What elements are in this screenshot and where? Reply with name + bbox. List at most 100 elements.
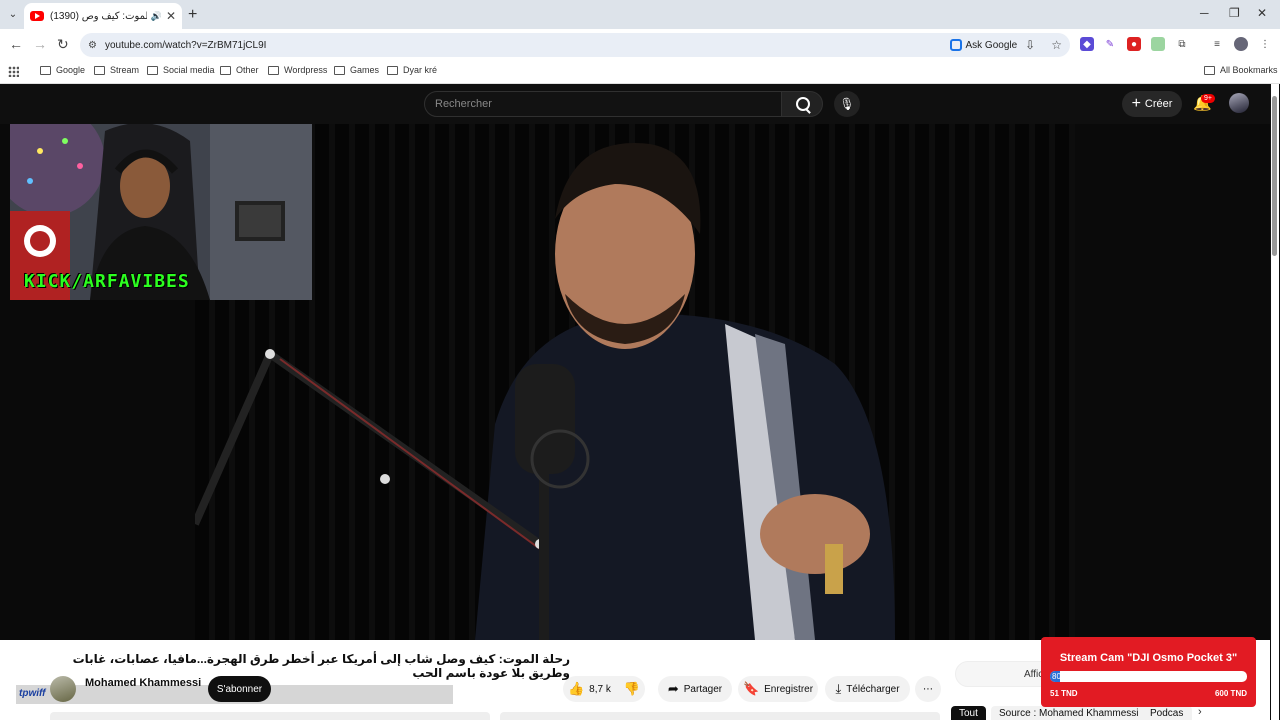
chevron-right-icon[interactable]: › bbox=[1198, 706, 1202, 718]
plus-icon: + bbox=[1131, 95, 1141, 112]
stream-goal-bar bbox=[1050, 671, 1247, 682]
download-icon: ⤓ bbox=[835, 681, 842, 696]
share-button[interactable]: ➦ Partager bbox=[658, 676, 732, 702]
bookmark-label: Wordpress bbox=[284, 65, 328, 75]
blurred-tag-text: tpwiff bbox=[19, 688, 46, 699]
minimize-icon[interactable]: ─ bbox=[1200, 6, 1209, 20]
download-label: Télécharger bbox=[846, 683, 900, 695]
folder-icon bbox=[147, 65, 158, 75]
more-actions-button[interactable]: ⋯ bbox=[915, 676, 941, 702]
forward-icon[interactable]: → bbox=[33, 36, 47, 52]
stream-goal-title: Stream Cam "DJI Osmo Pocket 3" bbox=[1059, 652, 1238, 664]
lens-icon bbox=[950, 39, 963, 51]
like-count[interactable]: 8,7 k bbox=[589, 684, 611, 695]
pen-extension-icon[interactable]: ✎ bbox=[1103, 37, 1117, 51]
scrollbar-thumb[interactable] bbox=[1272, 96, 1277, 256]
tab-title: (1390) رحلة الموت: كيف وص... bbox=[50, 10, 147, 22]
bookmark-games[interactable]: Games bbox=[334, 65, 379, 75]
save-label: Enregistrer bbox=[764, 683, 814, 695]
chip-podcasts[interactable]: Podcas bbox=[1142, 706, 1192, 720]
folder-icon bbox=[40, 65, 51, 75]
channel-avatar[interactable] bbox=[50, 676, 76, 702]
bookmark-label: Dyar kré bbox=[403, 65, 438, 75]
download-button[interactable]: ⤓ Télécharger bbox=[825, 676, 910, 702]
all-bookmarks[interactable]: All Bookmarks bbox=[1204, 65, 1278, 75]
folder-icon bbox=[94, 65, 105, 75]
ask-google-label: Ask Google bbox=[965, 39, 1018, 51]
bookmark-label: Games bbox=[350, 65, 380, 75]
folder-icon bbox=[268, 65, 279, 75]
save-button[interactable]: 🔖 Enregistrer bbox=[738, 676, 818, 702]
search-input[interactable]: Rechercher bbox=[424, 91, 782, 117]
site-info-icon[interactable]: ⚙ bbox=[88, 40, 97, 51]
address-bar[interactable]: ⚙ youtube.com/watch?v=ZrBM71jCL9I Ask Go… bbox=[80, 33, 1070, 57]
webcam-overlay-text: KICK/ARFAVIBES bbox=[24, 271, 190, 292]
like-icon[interactable]: 👍 bbox=[568, 681, 584, 697]
stream-goal-max: 600 TND bbox=[1214, 689, 1247, 698]
video-title: رحلة الموت: كيف وصل شاب إلى أمريكا عبر أ… bbox=[72, 652, 570, 680]
video-player[interactable]: KICK/ARFAVIBES bbox=[0, 124, 1270, 640]
bookmarks-bar: Google Stream Social media Other Wordpre… bbox=[0, 60, 1280, 84]
account-avatar[interactable] bbox=[1229, 93, 1249, 113]
folder-icon bbox=[387, 65, 398, 75]
chip-all[interactable]: Tout bbox=[951, 706, 986, 720]
close-tab-icon[interactable]: ✕ bbox=[166, 9, 176, 23]
like-dislike-group: 👍 8,7 k 👎 bbox=[563, 676, 645, 702]
chip-source[interactable]: Source : Mohamed Khammessi bbox=[991, 706, 1147, 720]
bookmark-google[interactable]: Google bbox=[40, 65, 85, 75]
apps-grid-icon[interactable] bbox=[8, 66, 19, 77]
bookmark-dyar-kre[interactable]: Dyar kré bbox=[387, 65, 437, 75]
search-icon[interactable] bbox=[781, 91, 823, 117]
menu-kebab-icon[interactable]: ⋮ bbox=[1258, 37, 1272, 51]
video-frame bbox=[191, 124, 1075, 640]
back-icon[interactable]: ← bbox=[9, 36, 23, 52]
channel-name[interactable]: Mohamed Khammessi bbox=[85, 677, 201, 689]
record-extension-icon[interactable]: ● bbox=[1127, 37, 1141, 51]
active-tab[interactable]: (1390) رحلة الموت: كيف وص... 🔊 ✕ bbox=[24, 3, 182, 29]
folder-icon bbox=[220, 65, 231, 75]
affiliate-button[interactable]: Affic bbox=[955, 661, 1045, 687]
restore-icon[interactable]: ❐ bbox=[1229, 6, 1240, 20]
reload-icon[interactable]: ↻ bbox=[57, 36, 69, 53]
browser-toolbar: ← → ↻ ⚙ youtube.com/watch?v=ZrBM71jCL9I … bbox=[0, 29, 1280, 60]
youtube-page: KICK/ARFAVIBES Rechercher 🎙 + Créer 🔔 9+ bbox=[0, 84, 1280, 720]
bookmark-stream[interactable]: Stream bbox=[94, 65, 139, 75]
folder-icon bbox=[334, 65, 345, 75]
color-extension-icon[interactable] bbox=[1151, 37, 1165, 51]
bookmark-label: Social media bbox=[163, 65, 215, 75]
stream-goal-value: 80 bbox=[1052, 672, 1061, 681]
description-box-top bbox=[50, 712, 490, 720]
create-button[interactable]: + Créer bbox=[1122, 91, 1182, 117]
streamer-webcam: KICK/ARFAVIBES bbox=[10, 124, 312, 300]
close-window-icon[interactable]: ✕ bbox=[1257, 6, 1267, 20]
comments-box-top bbox=[500, 712, 940, 720]
microphone-icon[interactable]: 🎙 bbox=[834, 91, 860, 117]
bookmark-star-icon[interactable]: ☆ bbox=[1051, 38, 1062, 52]
screen: ⌄ (1390) رحلة الموت: كيف وص... 🔊 ✕ + ─ ❐… bbox=[0, 0, 1280, 720]
video-scene-illustration bbox=[191, 142, 895, 640]
bookmark-icon: 🔖 bbox=[742, 681, 760, 696]
share-label: Partager bbox=[683, 683, 723, 695]
stream-goal-min: 51 TND bbox=[1050, 689, 1078, 698]
install-icon[interactable]: ⇩ bbox=[1025, 38, 1035, 52]
dislike-icon[interactable]: 👎 bbox=[624, 681, 640, 697]
bookmark-wordpress[interactable]: Wordpress bbox=[268, 65, 327, 75]
profile-avatar-icon[interactable] bbox=[1234, 37, 1248, 51]
notifications-badge: 9+ bbox=[1201, 94, 1215, 103]
extension-icon[interactable]: ◆ bbox=[1080, 37, 1094, 51]
share-icon: ➦ bbox=[667, 681, 679, 696]
tab-strip: ⌄ (1390) رحلة الموت: كيف وص... 🔊 ✕ + ─ ❐… bbox=[0, 0, 1280, 29]
extensions-puzzle-icon[interactable]: ⧉ bbox=[1175, 37, 1189, 51]
bookmark-label: Other bbox=[236, 65, 259, 75]
ask-google-button[interactable]: Ask Google bbox=[950, 39, 1017, 51]
new-tab-icon[interactable]: + bbox=[188, 6, 197, 24]
url-text[interactable]: youtube.com/watch?v=ZrBM71jCL9I bbox=[105, 40, 266, 51]
bookmark-other[interactable]: Other bbox=[220, 65, 259, 75]
tab-search-icon[interactable]: ⌄ bbox=[5, 6, 21, 22]
bookmark-social-media[interactable]: Social media bbox=[147, 65, 215, 75]
stream-goal-widget: Stream Cam "DJI Osmo Pocket 3" 80 51 TND… bbox=[1041, 637, 1256, 707]
speaker-icon[interactable]: 🔊 bbox=[151, 11, 162, 22]
subscribe-button[interactable]: S'abonner bbox=[208, 676, 271, 702]
bookmark-label: Google bbox=[56, 65, 86, 75]
media-control-icon[interactable]: ≡ bbox=[1210, 37, 1224, 51]
